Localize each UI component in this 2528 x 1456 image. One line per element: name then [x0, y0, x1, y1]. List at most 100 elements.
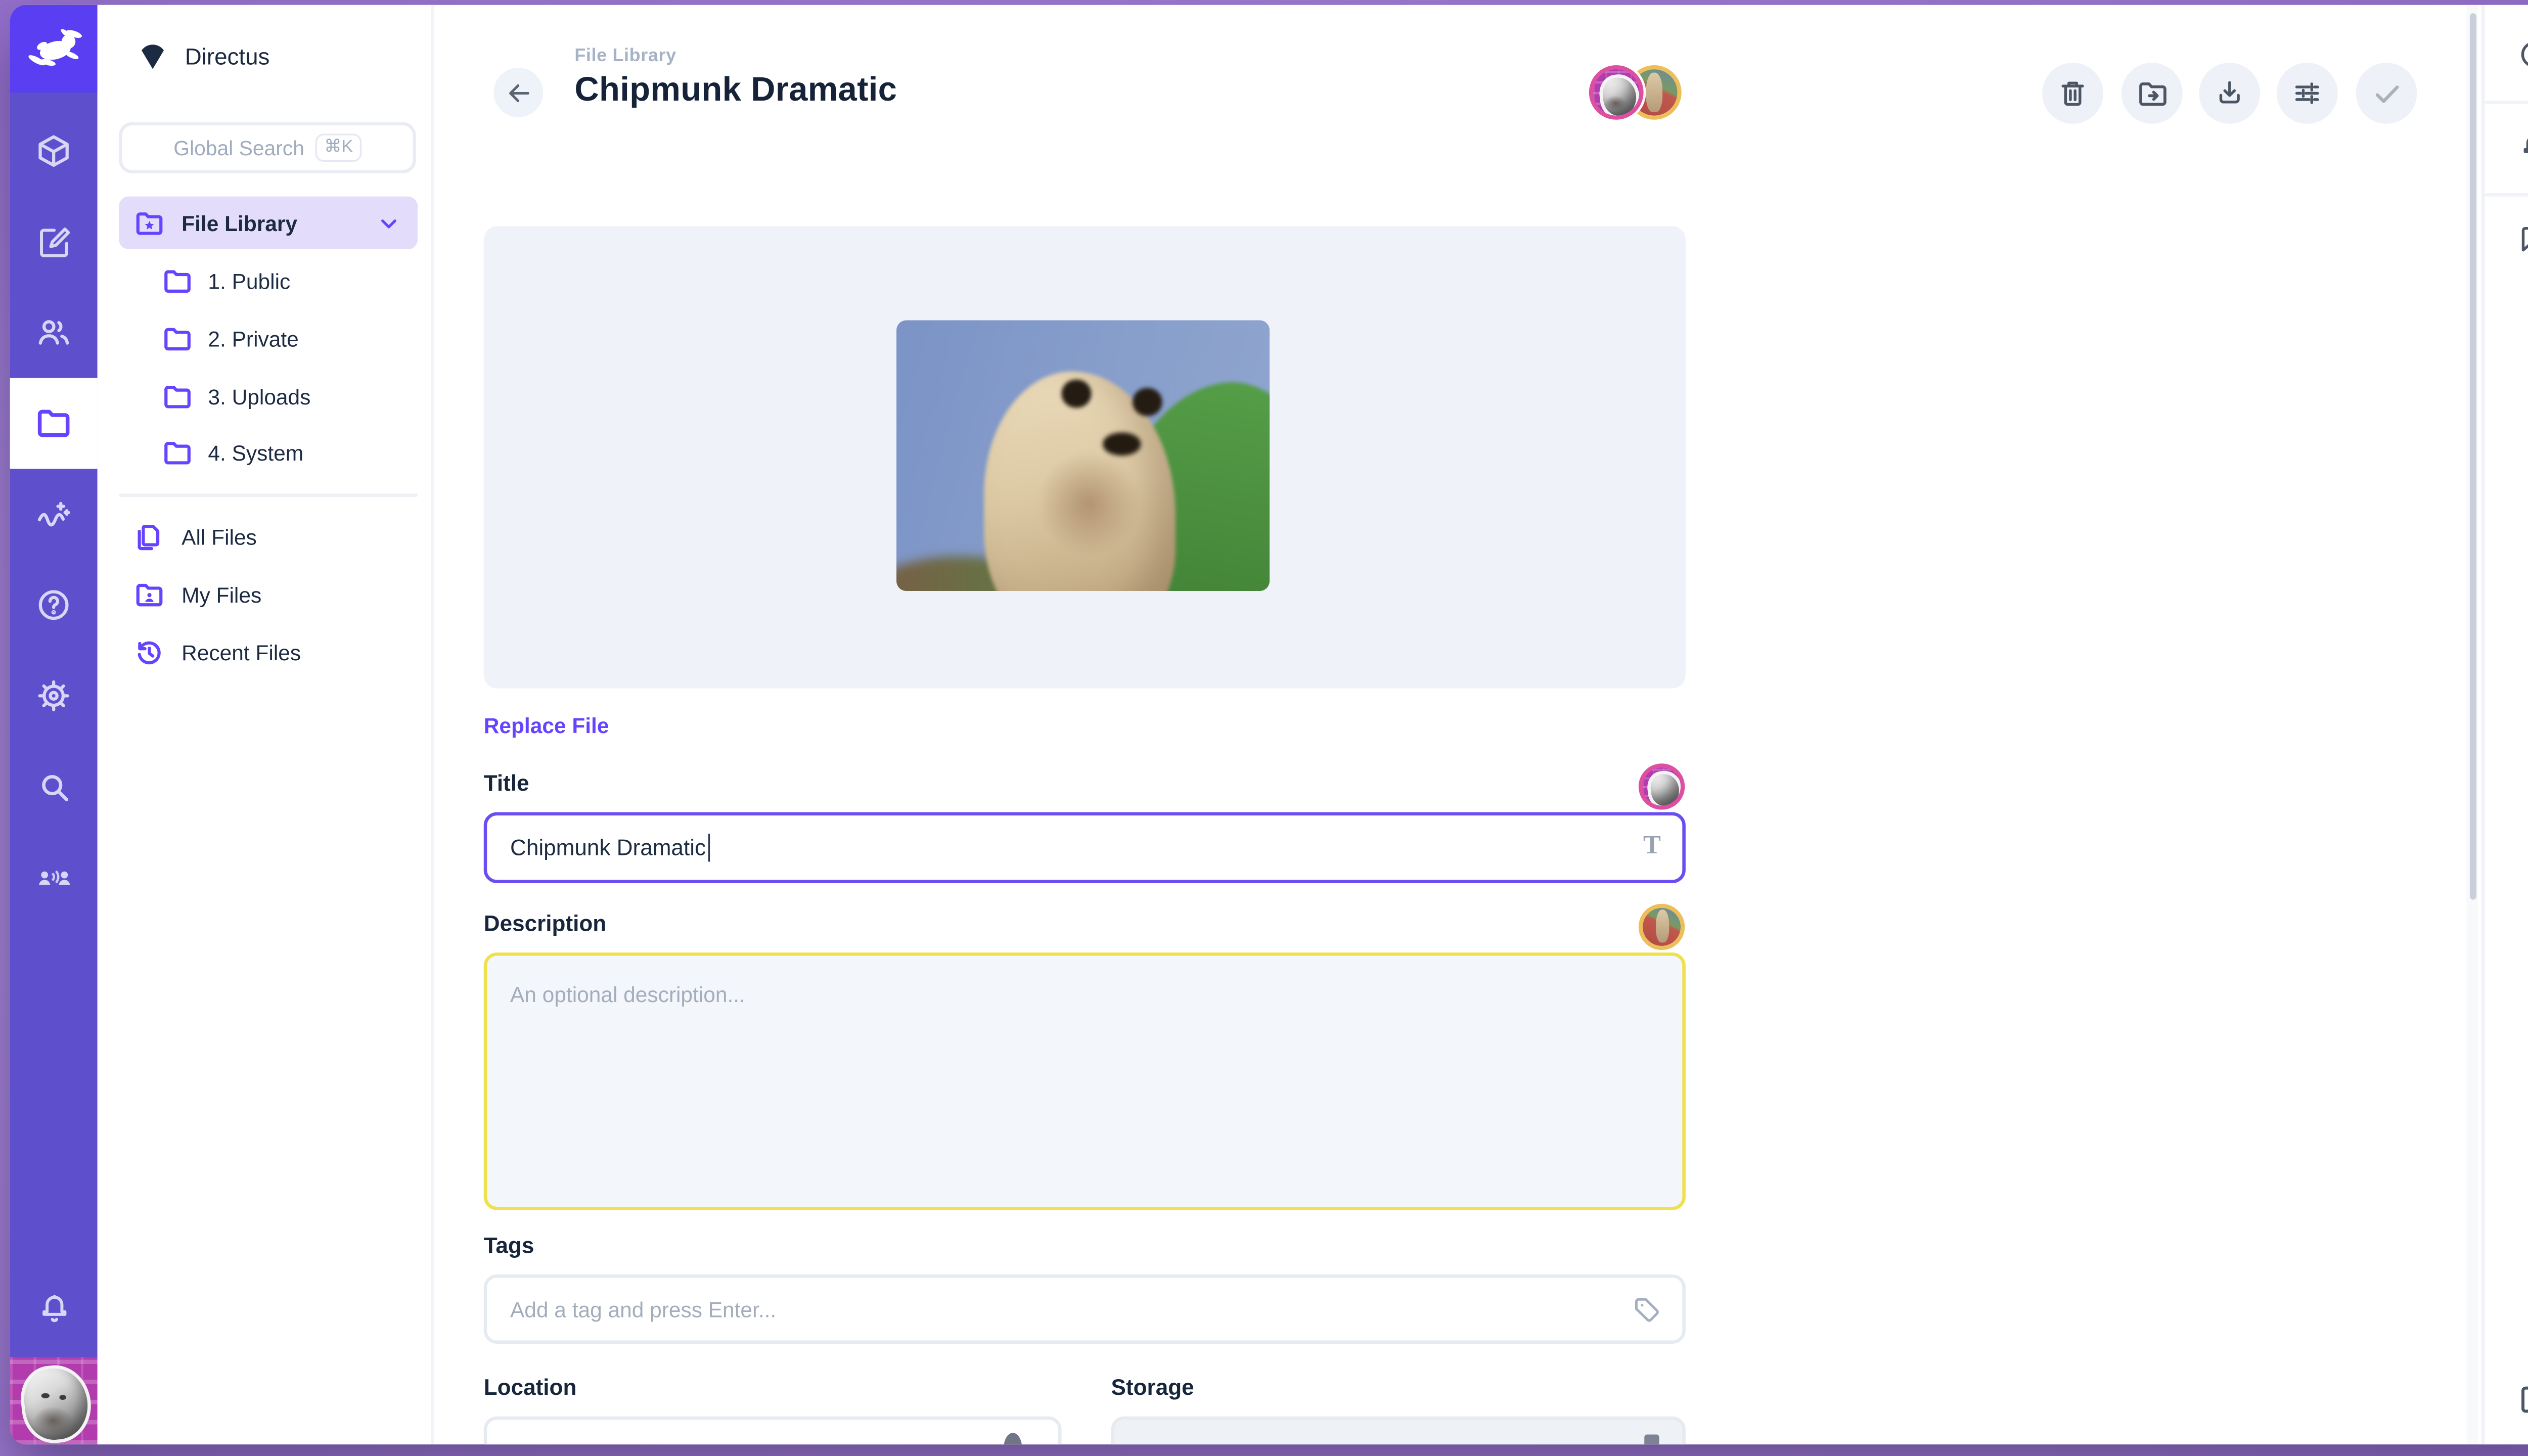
- global-search-shortcut: ⌘K: [316, 133, 362, 162]
- breadcrumb[interactable]: File Library: [574, 46, 676, 66]
- description-textarea[interactable]: [487, 956, 1682, 1207]
- tags-label: Tags: [484, 1233, 534, 1258]
- info-icon: [2517, 38, 2528, 71]
- nav-item-label: My Files: [182, 582, 261, 607]
- folder-icon: [35, 404, 73, 442]
- nav-item-file-library[interactable]: File Library: [119, 197, 418, 249]
- location-input[interactable]: [484, 1417, 1062, 1445]
- right-sidebar: 1: [2481, 5, 2528, 1444]
- project-logo-icon: [136, 38, 170, 73]
- edit-icon: [35, 223, 72, 260]
- presence-avatar-user[interactable]: [1593, 69, 1639, 115]
- storage-icon: [1644, 1435, 1659, 1445]
- directus-app-window: Directus Global Search ⌘K File Library 1…: [10, 5, 2528, 1444]
- folder-user-icon: [133, 578, 165, 610]
- nav-folder-system[interactable]: 4. System: [119, 426, 418, 478]
- download-button[interactable]: [2199, 63, 2260, 124]
- global-search-placeholder: Global Search: [173, 136, 304, 159]
- nav-folder-private[interactable]: 2. Private: [119, 312, 418, 365]
- title-value: Chipmunk Dramatic: [510, 835, 706, 860]
- directus-logo-button[interactable]: [10, 5, 98, 93]
- box-icon: [35, 132, 73, 170]
- nav-sidebar: Directus Global Search ⌘K File Library 1…: [98, 5, 434, 1444]
- copies-icon: [133, 521, 165, 552]
- nav-folder-label: 1. Public: [208, 268, 290, 293]
- download-icon: [2214, 77, 2245, 109]
- adjustments-button[interactable]: [2277, 63, 2338, 124]
- description-label: Description: [484, 911, 606, 936]
- chevron-down-icon[interactable]: [376, 210, 401, 235]
- module-insights[interactable]: [10, 469, 98, 560]
- delete-button[interactable]: [2042, 63, 2103, 124]
- text-caret: [707, 834, 710, 862]
- page-title: Chipmunk Dramatic: [574, 71, 897, 110]
- tags-input[interactable]: [487, 1297, 1682, 1322]
- settings-icon: [35, 677, 73, 715]
- module-bar: [10, 5, 98, 1444]
- module-notifications[interactable]: [10, 1263, 98, 1354]
- module-settings[interactable]: [10, 651, 98, 742]
- presence-icon: [34, 857, 73, 897]
- bell-icon: [2517, 130, 2528, 163]
- notifications-button[interactable]: 1: [2485, 101, 2528, 193]
- scrollbar-thumb[interactable]: [2470, 13, 2476, 899]
- module-presence[interactable]: [10, 832, 98, 923]
- tag-icon: [1631, 1294, 1662, 1326]
- nav-item-label: Recent Files: [182, 640, 301, 664]
- users-icon: [35, 313, 73, 351]
- trash-icon: [2057, 77, 2089, 109]
- project-header[interactable]: Directus: [136, 38, 270, 73]
- project-name: Directus: [185, 42, 270, 68]
- rabbit-logo-icon: [26, 27, 82, 70]
- file-preview-image[interactable]: [896, 320, 1270, 591]
- back-button[interactable]: [493, 68, 543, 117]
- file-preview-panel[interactable]: [484, 226, 1686, 688]
- info-button[interactable]: [2485, 8, 2528, 101]
- replace-file-link[interactable]: Replace File: [484, 713, 609, 738]
- folder-move-icon: [2136, 77, 2169, 110]
- tags-field: [484, 1275, 1686, 1344]
- nav-folder-label: 4. System: [208, 440, 303, 465]
- search-icon: [35, 768, 72, 805]
- nav-folder-public[interactable]: 1. Public: [119, 254, 418, 307]
- nav-item-my-files[interactable]: My Files: [119, 568, 418, 620]
- nav-item-recent-files[interactable]: Recent Files: [119, 626, 418, 678]
- storage-label: Storage: [1111, 1375, 1194, 1400]
- folder-icon: [162, 323, 193, 354]
- folder-icon: [162, 381, 193, 412]
- move-to-folder-button[interactable]: [2121, 63, 2183, 124]
- nav-folder-label: 2. Private: [208, 326, 298, 351]
- comments-button[interactable]: [2485, 193, 2528, 286]
- check-icon: [2370, 77, 2403, 110]
- nav-divider: [119, 493, 418, 497]
- nav-item-all-files[interactable]: All Files: [119, 510, 418, 563]
- folder-star-icon: [133, 207, 165, 239]
- global-search-input[interactable]: Global Search ⌘K: [119, 122, 416, 173]
- description-field: [484, 952, 1686, 1210]
- save-button[interactable]: [2356, 63, 2417, 124]
- title-case-icon[interactable]: T: [1643, 832, 1661, 862]
- nav-folder-uploads[interactable]: 3. Uploads: [119, 370, 418, 422]
- module-search[interactable]: [10, 741, 98, 832]
- module-files[interactable]: [10, 378, 98, 469]
- history-icon: [133, 636, 165, 668]
- nav-item-label: All Files: [182, 524, 257, 549]
- revisions-button[interactable]: [2485, 1352, 2528, 1444]
- nav-folder-label: 3. Uploads: [208, 384, 310, 408]
- folder-icon: [162, 265, 193, 296]
- insights-icon: [35, 495, 73, 533]
- module-editor[interactable]: [10, 197, 98, 288]
- help-icon: [35, 586, 73, 624]
- clipboard-clock-icon: [2516, 1381, 2528, 1416]
- module-help[interactable]: [10, 560, 98, 651]
- module-content[interactable]: [10, 106, 98, 197]
- title-input[interactable]: Chipmunk Dramatic T: [484, 812, 1686, 883]
- location-label: Location: [484, 1375, 577, 1400]
- comment-icon: [2517, 223, 2528, 256]
- folder-icon: [162, 437, 193, 468]
- user-avatar[interactable]: [10, 1357, 98, 1444]
- map-pin-icon: [1004, 1433, 1022, 1444]
- storage-input: [1111, 1417, 1686, 1445]
- title-label: Title: [484, 771, 529, 796]
- module-users[interactable]: [10, 287, 98, 378]
